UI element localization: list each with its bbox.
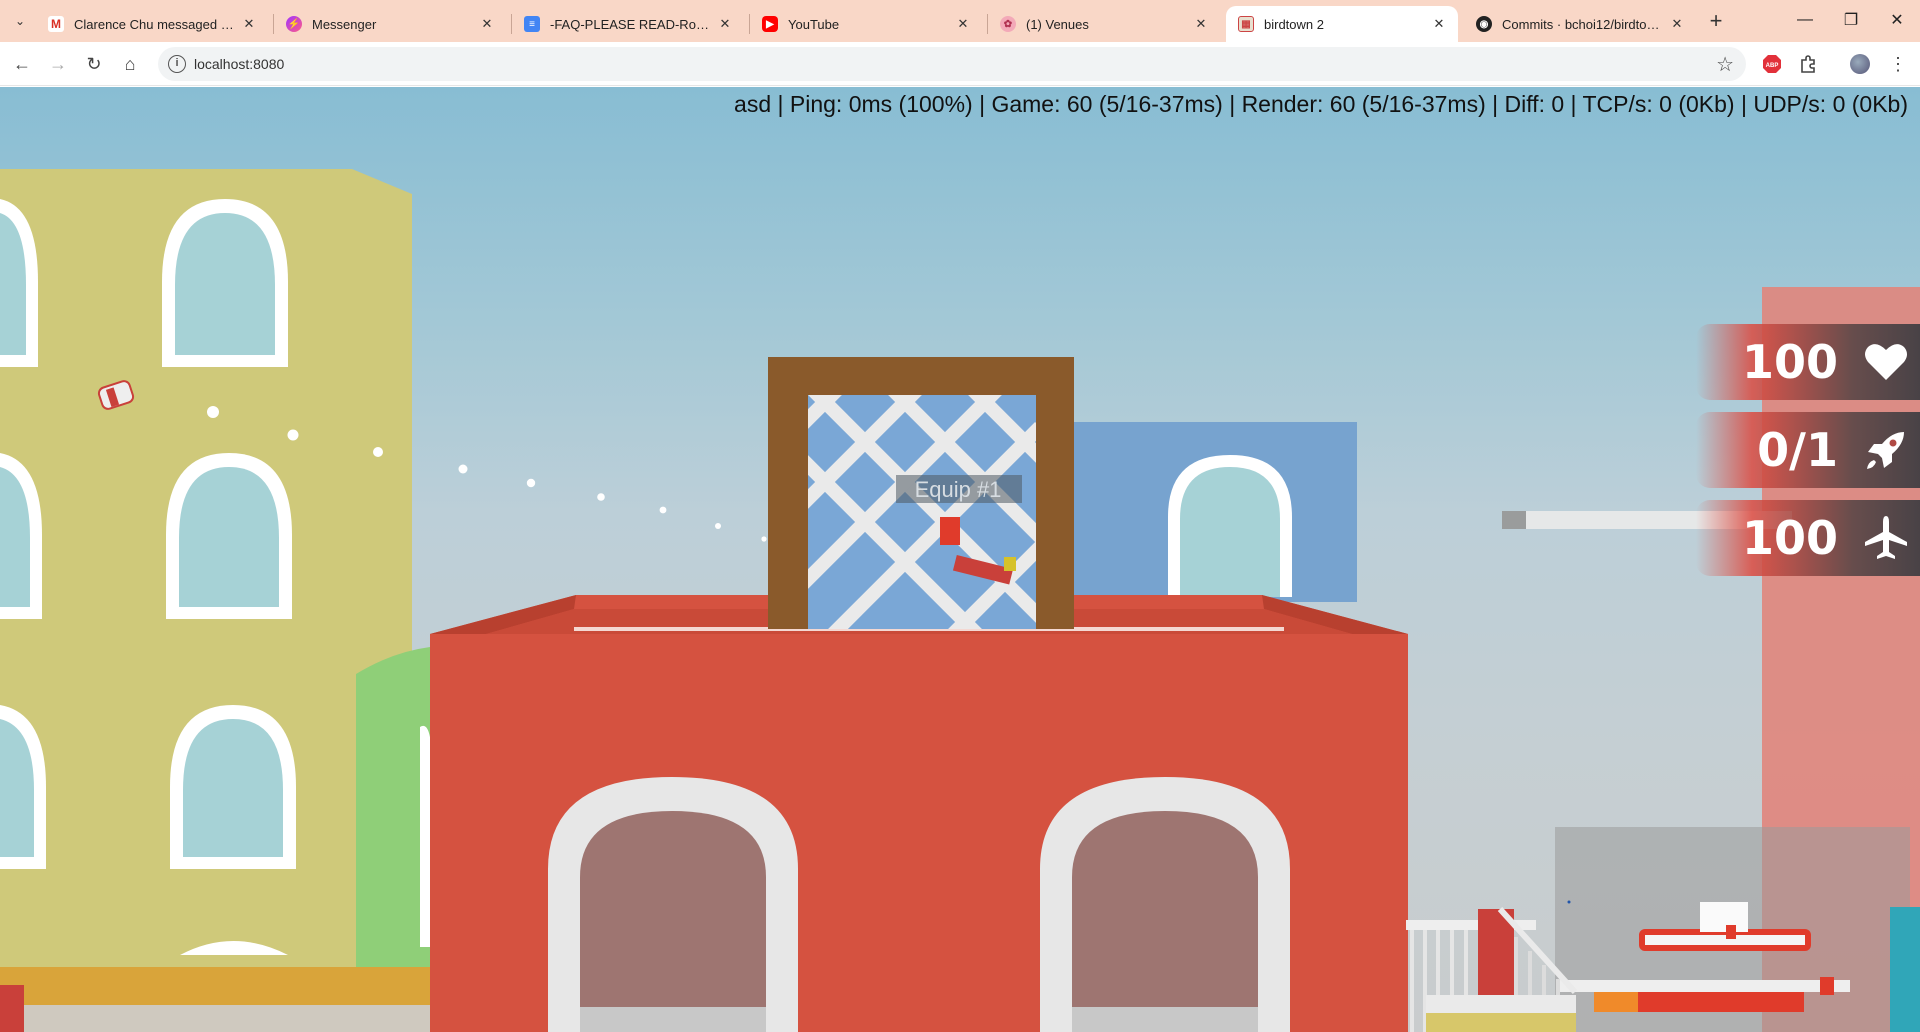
ledge-base bbox=[0, 1005, 436, 1032]
crate-label: Equip #1 bbox=[915, 477, 1002, 502]
tab-title: -FAQ-PLEASE READ-Roaring Ca bbox=[550, 16, 716, 32]
hud-health: 100 bbox=[1696, 324, 1920, 400]
new-tab-button[interactable]: + bbox=[1702, 8, 1730, 36]
health-value: 100 bbox=[1741, 335, 1838, 389]
rockets-value: 0/1 bbox=[1757, 423, 1838, 477]
avatar-icon bbox=[1850, 54, 1870, 74]
tab-title: Messenger bbox=[312, 16, 377, 32]
tab-strip: ⌄ M Clarence Chu messaged you - C ✕ ⚡ Me… bbox=[0, 0, 1920, 42]
home-button[interactable]: ⌂ bbox=[116, 50, 144, 78]
hud-rockets: 0/1 bbox=[1696, 412, 1920, 488]
restore-button[interactable]: ❐ bbox=[1828, 0, 1874, 40]
close-icon[interactable]: ✕ bbox=[1192, 16, 1210, 32]
tab-title: YouTube bbox=[788, 16, 840, 32]
reload-button[interactable]: ↻ bbox=[80, 50, 108, 78]
adblock-extension-icon[interactable]: ABP bbox=[1762, 54, 1782, 74]
minimize-button[interactable]: — bbox=[1782, 0, 1828, 40]
tab-docs[interactable]: ≡ -FAQ-PLEASE READ-Roaring Ca ✕ bbox=[512, 6, 744, 42]
tab-venues[interactable]: ✿ (1) Venues ✕ bbox=[988, 6, 1220, 42]
close-icon[interactable]: ✕ bbox=[954, 16, 972, 32]
close-icon[interactable]: ✕ bbox=[1668, 16, 1686, 32]
close-window-button[interactable]: ✕ bbox=[1874, 0, 1920, 40]
youtube-icon: ▶ bbox=[762, 16, 778, 32]
github-icon: ◉ bbox=[1476, 16, 1492, 32]
tab-title: birdtown 2 bbox=[1264, 16, 1324, 32]
blue-building-window bbox=[1180, 467, 1280, 597]
tab-search-button[interactable]: ⌄ bbox=[8, 9, 32, 33]
debug-stats: asd | Ping: 0ms (100%) | Game: 60 (5/16-… bbox=[734, 91, 1908, 117]
tab-gmail[interactable]: M Clarence Chu messaged you - C ✕ bbox=[36, 6, 268, 42]
minimize-icon: — bbox=[1797, 11, 1813, 28]
equip-crate: Equip #1 bbox=[768, 357, 1074, 629]
teal-post bbox=[1890, 907, 1920, 1032]
close-icon[interactable]: ✕ bbox=[240, 16, 258, 32]
restore-icon: ❐ bbox=[1843, 12, 1859, 29]
orange-ledge bbox=[0, 967, 436, 1005]
extensions-puzzle-icon[interactable] bbox=[1798, 54, 1818, 74]
jetpack-value: 100 bbox=[1741, 511, 1838, 565]
browser-menu-button[interactable]: ⋮ bbox=[1888, 54, 1908, 74]
svg-text:ABP: ABP bbox=[1766, 63, 1779, 69]
rocket-icon bbox=[1867, 432, 1904, 469]
red-post bbox=[0, 985, 24, 1032]
game-scene: Equip #1 bbox=[0, 169, 1920, 1032]
kebab-menu-icon: ⋮ bbox=[1889, 53, 1907, 74]
home-icon: ⌂ bbox=[124, 53, 136, 74]
tab-github[interactable]: ◉ Commits · bchoi12/birdtown · C ✕ bbox=[1464, 6, 1696, 42]
close-icon[interactable]: ✕ bbox=[478, 16, 496, 32]
tab-title: Commits · bchoi12/birdtown · C bbox=[1502, 16, 1668, 32]
back-button[interactable]: ← bbox=[8, 50, 36, 78]
venues-icon: ✿ bbox=[1000, 16, 1016, 32]
close-icon: ✕ bbox=[1890, 12, 1904, 29]
url-text[interactable]: localhost:8080 bbox=[194, 56, 284, 72]
arrow-left-icon: ← bbox=[13, 53, 31, 74]
close-icon[interactable]: ✕ bbox=[1430, 16, 1448, 32]
heart-icon bbox=[1865, 344, 1907, 380]
tab-youtube[interactable]: ▶ YouTube ✕ bbox=[750, 6, 982, 42]
plane-icon bbox=[1865, 516, 1907, 559]
arrow-right-icon: → bbox=[49, 53, 67, 74]
site-info-icon[interactable]: i bbox=[168, 55, 186, 73]
chevron-down-icon: ⌄ bbox=[14, 14, 26, 28]
profile-avatar[interactable] bbox=[1850, 54, 1870, 74]
hud-jetpack: 100 bbox=[1696, 500, 1920, 576]
birdtown-icon: ▦ bbox=[1238, 16, 1254, 32]
game-canvas[interactable]: Equip #1 asd | Ping: 0ms (100%) | Game: … bbox=[0, 87, 1920, 1032]
close-icon[interactable]: ✕ bbox=[716, 16, 734, 32]
tab-messenger[interactable]: ⚡ Messenger ✕ bbox=[274, 6, 506, 42]
docs-icon: ≡ bbox=[524, 16, 540, 32]
address-bar[interactable]: i localhost:8080 ☆ bbox=[158, 47, 1746, 81]
plus-icon: + bbox=[1709, 8, 1723, 33]
tab-birdtown[interactable]: ▦ birdtown 2 ✕ bbox=[1226, 6, 1458, 42]
tab-title: (1) Venues bbox=[1026, 16, 1089, 32]
gmail-icon: M bbox=[48, 16, 64, 32]
tab-title: Clarence Chu messaged you - C bbox=[74, 16, 240, 32]
forward-button[interactable]: → bbox=[44, 50, 72, 78]
browser-toolbar: ← → ↻ ⌂ i localhost:8080 ☆ ABP ⋮ bbox=[0, 42, 1920, 86]
bookmark-star-icon[interactable]: ☆ bbox=[1716, 52, 1734, 77]
messenger-icon: ⚡ bbox=[286, 16, 302, 32]
reload-icon: ↻ bbox=[86, 53, 102, 74]
